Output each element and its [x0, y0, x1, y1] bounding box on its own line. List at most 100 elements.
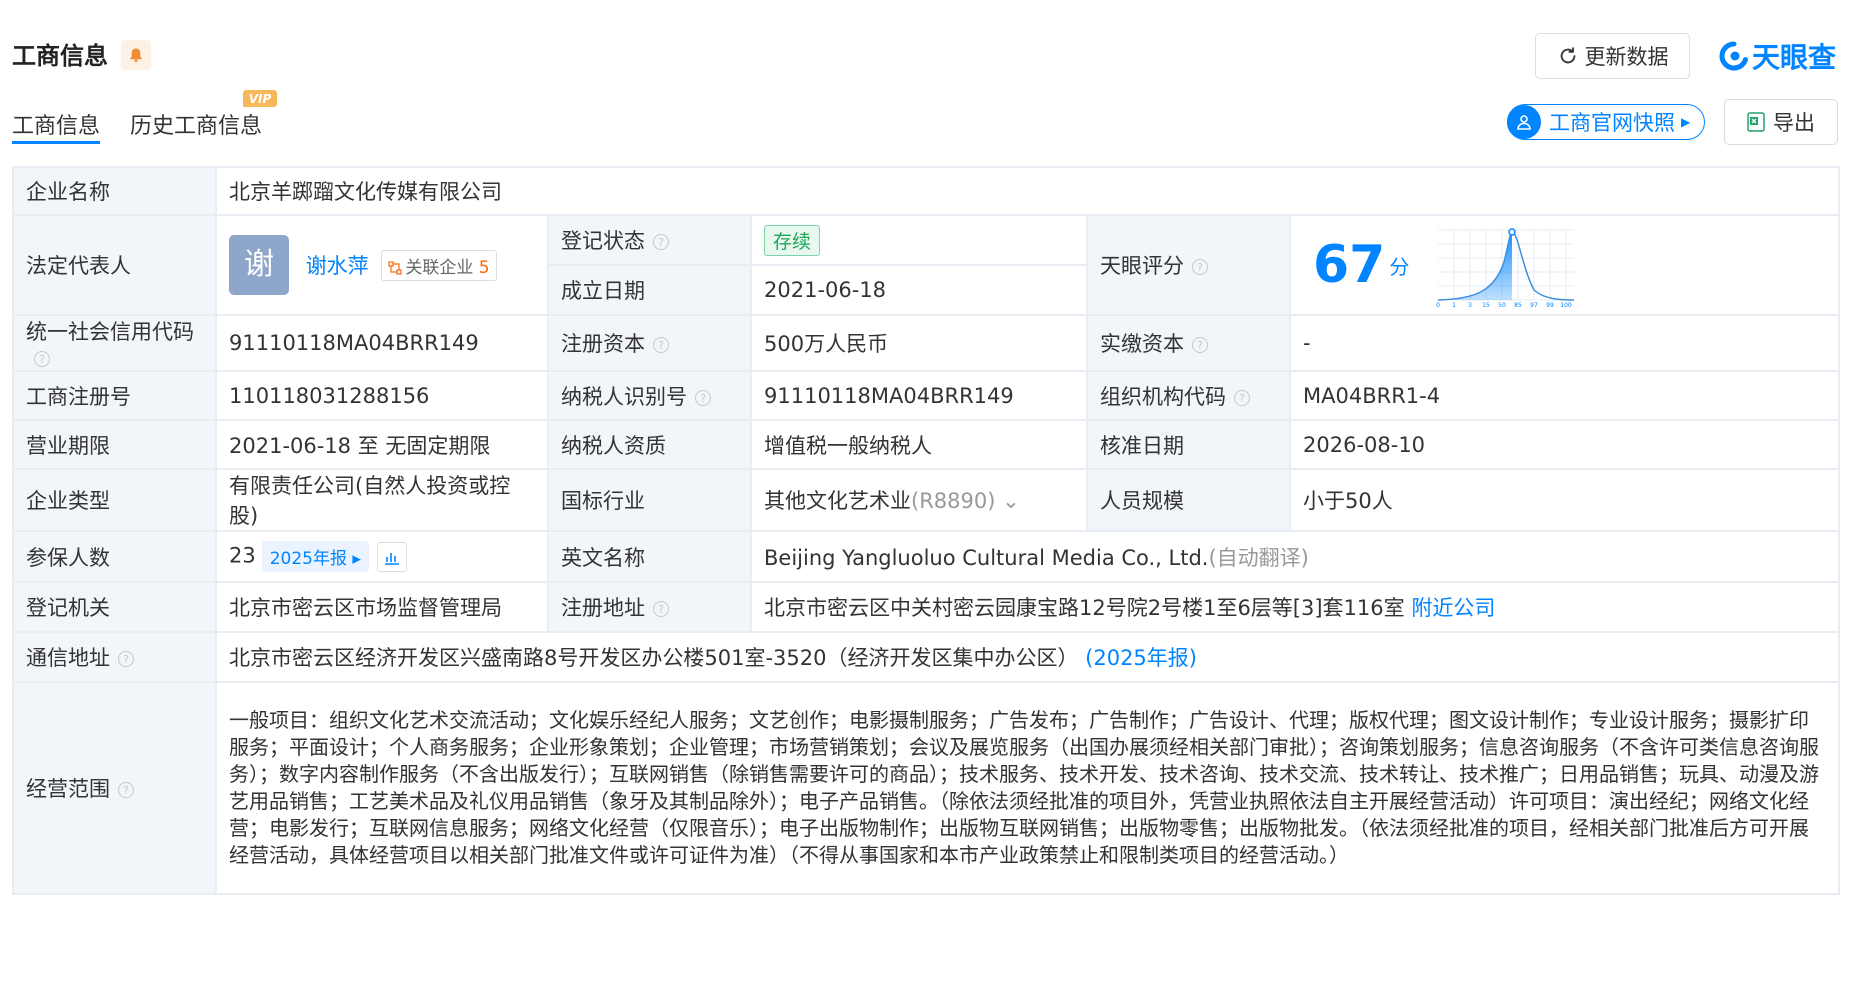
reg-capital-label: 注册资本	[561, 332, 645, 356]
legal-rep-name-link[interactable]: 谢水萍	[306, 254, 369, 278]
chart-tick-label: 50	[1498, 302, 1506, 308]
related-companies-tag[interactable]: 关联企业 5	[381, 249, 497, 281]
score-distribution-chart[interactable]: 0 1 3 15 50 85 97 99 100	[1434, 222, 1576, 309]
page: 工商信息 更新数据 天眼查 工商信息 历史工商信息 VIP 工商官网快照 ▶ 导…	[0, 0, 1850, 1002]
tianyancha-logo: 天眼查	[1718, 36, 1836, 76]
export-button[interactable]: 导出	[1724, 99, 1838, 145]
chart-tick-label: 85	[1514, 302, 1522, 308]
reg-addr-label-cell: 注册地址?	[547, 581, 752, 633]
industry-cell[interactable]: 其他文化艺术业(R8890) ⌄	[750, 468, 1088, 532]
reg-addr-cell: 北京市密云区中关村密云园康宝路12号院2号楼1至6层等[3]套116室 附近公司	[749, 581, 1841, 633]
mail-addr-report-link[interactable]: (2025年报)	[1085, 646, 1197, 670]
nearby-companies-link[interactable]: 附近公司	[1411, 596, 1495, 620]
legal-rep-label: 法定代表人	[12, 214, 217, 316]
chart-tick-label: 99	[1546, 302, 1554, 308]
mail-addr: 北京市密云区经济开发区兴盛南路8号开发区办公楼501室-3520（经济开发区集中…	[229, 646, 1079, 670]
table-row: 营业期限 2021-06-18 至 无固定期限 纳税人资质 增值税一般纳税人 核…	[12, 419, 1841, 470]
refresh-data-label: 更新数据	[1584, 45, 1669, 69]
score-label: 天眼评分	[1100, 254, 1184, 278]
help-icon[interactable]: ?	[118, 651, 134, 667]
org-code-label: 组织机构代码	[1100, 384, 1226, 409]
eye-logo-icon	[1719, 41, 1748, 71]
triangle-right-icon: ▶	[1681, 115, 1691, 129]
export-label: 导出	[1773, 111, 1815, 135]
chart-tick-label: 3	[1468, 302, 1472, 308]
paid-capital-label-cell: 实缴资本?	[1086, 314, 1291, 372]
type: 有限责任公司(自然人投资或控股)	[215, 468, 549, 532]
help-icon[interactable]: ?	[653, 601, 669, 617]
taxpayer-id-label-cell: 纳税人识别号?	[547, 370, 752, 421]
help-icon[interactable]: ?	[1192, 337, 1208, 353]
tab-business-info[interactable]: 工商信息	[12, 108, 100, 140]
reg-status-label-cell: 登记状态?	[547, 214, 752, 266]
help-icon[interactable]: ?	[1234, 389, 1250, 406]
score-marker	[1508, 228, 1516, 236]
staff: 小于50人	[1288, 468, 1841, 532]
chart-tick-label: 97	[1530, 302, 1538, 308]
business-info-table: 企业名称 北京羊踯蹓文化传媒有限公司 法定代表人 谢 谢水萍 关联企业 5 登记…	[12, 166, 1841, 895]
help-icon[interactable]: ?	[1192, 259, 1208, 275]
type-label: 企业类型	[12, 468, 217, 532]
page-title: 工商信息	[12, 42, 108, 70]
approve-date: 2026-08-10	[1288, 419, 1841, 470]
paid-capital-label: 实缴资本	[1100, 332, 1184, 356]
chart-tick-label: 0	[1436, 302, 1440, 308]
taxpayer-id-label: 纳税人识别号	[561, 384, 687, 409]
en-name: Beijing Yangluoluo Cultural Media Co., L…	[764, 545, 1209, 570]
score-cell: 67 分 0 1 3 15 50 85 97 99 100	[1288, 214, 1841, 316]
official-snapshot-button[interactable]: 工商官网快照 ▶	[1507, 104, 1705, 140]
credit-code-label: 统一社会信用代码	[26, 320, 194, 344]
org-code-label-cell: 组织机构代码?	[1086, 370, 1291, 421]
chart-tick-label: 100	[1560, 302, 1572, 308]
org-code: MA04BRR1-4	[1288, 370, 1841, 421]
help-icon[interactable]: ?	[118, 782, 134, 798]
score-unit: 分	[1389, 254, 1410, 279]
chevron-down-icon[interactable]: ⌄	[1002, 489, 1020, 513]
term-label: 营业期限	[12, 419, 217, 470]
staff-label: 人员规模	[1086, 468, 1291, 532]
vip-badge: VIP	[243, 90, 277, 107]
legal-rep-cell: 谢 谢水萍 关联企业 5	[215, 214, 549, 316]
authority-label: 登记机关	[12, 581, 217, 633]
en-name-note: (自动翻译)	[1208, 545, 1309, 570]
table-row: 企业类型 有限责任公司(自然人投资或控股) 国标行业 其他文化艺术业(R8890…	[12, 468, 1841, 532]
insured-count: 23	[229, 543, 256, 568]
scope-label: 经营范围	[26, 777, 110, 801]
help-icon[interactable]: ?	[653, 234, 669, 250]
reg-status-label: 登记状态	[561, 229, 645, 253]
logo-text: 天眼查	[1752, 41, 1837, 74]
reg-no-label: 工商注册号	[12, 370, 217, 421]
table-row: 统一社会信用代码? 91110118MA04BRR149 注册资本? 500万人…	[12, 314, 1841, 372]
company-name-label: 企业名称	[12, 166, 217, 216]
tax-qual: 增值税一般纳税人	[750, 419, 1088, 470]
bar-chart-icon[interactable]	[376, 541, 407, 572]
help-icon[interactable]: ?	[695, 389, 711, 406]
reg-status-cell: 存续	[750, 214, 1088, 266]
table-row: 通信地址? 北京市密云区经济开发区兴盛南路8号开发区办公楼501室-3520（经…	[12, 631, 1841, 683]
company-name: 北京羊踯蹓文化传媒有限公司	[214, 166, 1841, 216]
mail-addr-cell: 北京市密云区经济开发区兴盛南路8号开发区办公楼501室-3520（经济开发区集中…	[214, 631, 1841, 683]
help-icon[interactable]: ?	[34, 351, 50, 367]
industry: 其他文化艺术业	[764, 489, 911, 513]
bell-icon[interactable]	[121, 40, 151, 70]
related-companies-label: 关联企业	[405, 257, 474, 278]
table-row: 经营范围? 一般项目：组织文化艺术交流活动；文化娱乐经纪人服务；文艺创作；电影摄…	[12, 681, 1841, 895]
mail-addr-label: 通信地址	[26, 646, 110, 670]
active-tab-indicator	[12, 141, 100, 144]
score-label-cell: 天眼评分?	[1086, 214, 1291, 316]
score-curve-fill	[1438, 232, 1513, 300]
scope-label-cell: 经营范围?	[12, 681, 217, 895]
related-companies-count: 5	[478, 257, 490, 278]
found-date-label: 成立日期	[547, 264, 752, 316]
tab-history-business-info[interactable]: 历史工商信息	[130, 108, 262, 140]
insured-report-label: 2025年报	[269, 549, 347, 569]
refresh-data-button[interactable]: 更新数据	[1535, 33, 1690, 79]
insured-cell: 23 2025年报 ▸	[215, 530, 549, 583]
reg-capital: 500万人民币	[750, 314, 1088, 372]
insured-label: 参保人数	[12, 530, 217, 583]
help-icon[interactable]: ?	[653, 337, 669, 353]
insured-report-tag[interactable]: 2025年报 ▸	[261, 541, 369, 572]
reg-capital-label-cell: 注册资本?	[547, 314, 752, 372]
avatar[interactable]: 谢	[229, 235, 289, 295]
business-scope: 一般项目：组织文化艺术交流活动；文化娱乐经纪人服务；文艺创作；电影摄制服务；广告…	[214, 681, 1841, 895]
